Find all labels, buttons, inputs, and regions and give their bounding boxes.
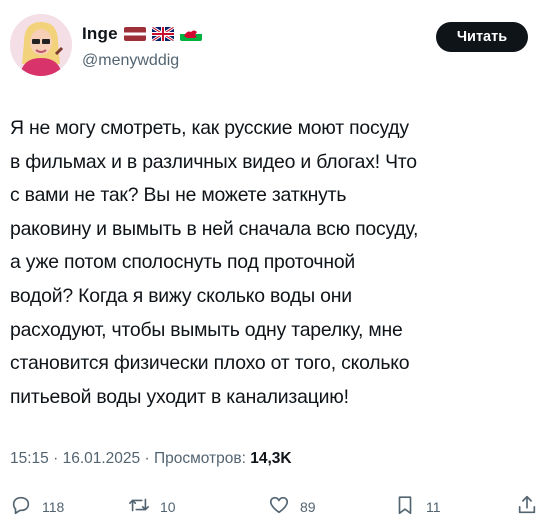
tweet-line: раковину и вымыть в ней сначала всю посу…	[10, 217, 419, 240]
wales-flag-icon	[179, 27, 202, 41]
tweet-time[interactable]: 15:15	[10, 450, 49, 467]
author-name[interactable]: Inge	[82, 24, 118, 44]
meta-separator: ·	[53, 450, 63, 467]
latvia-flag-icon	[123, 27, 146, 41]
tweet-line: водой? Когда я вижу сколько воды они	[10, 284, 352, 307]
tweet-line: питьевой воды уходит в канализацию!	[10, 385, 349, 408]
tweet-line: с вами не так? Вы не можете заткнуть	[10, 184, 347, 207]
tweet-line: Я не могу смотреть, как русские моют пос…	[10, 117, 409, 139]
like-button[interactable]: 89	[268, 494, 316, 519]
tweet-text: Я не могу смотреть, как русские моют пос…	[10, 112, 548, 414]
bookmark-count: 11	[426, 498, 441, 515]
share-button[interactable]	[516, 494, 538, 519]
views-label: Просмотров:	[153, 450, 246, 467]
like-count: 89	[300, 498, 316, 515]
share-icon	[516, 494, 538, 519]
author-handle[interactable]: @menywddig	[82, 52, 179, 70]
uk-flag-icon	[151, 27, 174, 41]
heart-icon	[268, 494, 290, 519]
repost-count: 10	[160, 498, 176, 515]
bookmark-icon	[394, 494, 416, 519]
follow-button[interactable]: Читать	[436, 22, 528, 52]
tweet-line: а уже потом сполоснуть под проточной	[10, 251, 356, 274]
bookmark-button[interactable]: 11	[394, 494, 441, 519]
repost-button[interactable]: 10	[128, 494, 176, 519]
tweet-date[interactable]: 16.01.2025	[63, 450, 141, 467]
avatar[interactable]	[10, 14, 72, 76]
reply-count: 118	[42, 498, 65, 515]
repost-icon	[128, 494, 150, 519]
meta-separator: ·	[144, 450, 154, 467]
tweet-line: в фильмах и в различных видео и блогах! …	[10, 150, 417, 173]
views-count: 14,3K	[250, 450, 292, 467]
tweet-line: расходуют, чтобы вымыть одну тарелку, мн…	[10, 318, 403, 341]
reply-button[interactable]: 118	[10, 494, 64, 519]
reply-icon	[10, 494, 32, 519]
tweet-meta: 15:15 · 16.01.2025 · Просмотров: 14,3K	[10, 450, 292, 468]
tweet-line: становится физически плохо от того, скол…	[10, 352, 410, 375]
author-name-row: Inge	[82, 24, 202, 44]
action-bar: 118 10 89 11	[10, 494, 540, 524]
